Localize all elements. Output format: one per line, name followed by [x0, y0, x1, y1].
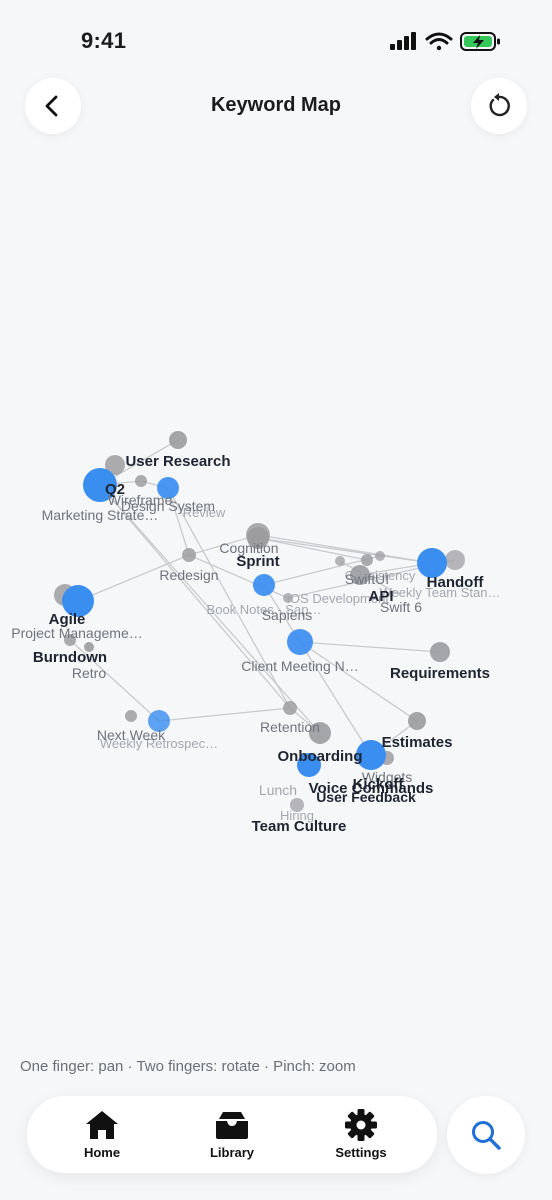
keyword-node-swiftui[interactable] [361, 554, 373, 566]
keyword-graph[interactable]: ReviewConsistencyWeekly Team Stan…iOS De… [0, 0, 552, 1200]
keyword-label-onboarding: Onboarding [278, 748, 363, 765]
keyword-label-marketing-strategy: Marketing Strate… [42, 507, 159, 523]
tab-home[interactable]: Home [57, 1108, 147, 1164]
keyword-label-swiftui: SwiftUI [345, 571, 389, 587]
magnifying-glass-icon [472, 1121, 501, 1150]
keyword-label-lunch: Lunch [259, 782, 297, 798]
graph-labels: ReviewConsistencyWeekly Team Stan…iOS De… [11, 453, 500, 835]
keyword-label-api: API [368, 588, 393, 605]
keyword-label-team-culture: Team Culture [252, 818, 347, 835]
keyword-node-wireframe[interactable] [135, 475, 147, 487]
tab-library-label: Library [209, 1145, 255, 1160]
tab-bar: Home Library Settings [27, 1096, 437, 1173]
house-icon [86, 1111, 118, 1139]
keyword-label-requirements: Requirements [390, 665, 490, 682]
keyword-node-retention[interactable] [283, 701, 297, 715]
keyword-label-handoff: Handoff [427, 574, 485, 591]
keyword-label-q2: Q2 [105, 481, 125, 498]
keyword-label-user-feedback: User Feedback [316, 789, 416, 805]
keyword-node-requirements[interactable] [430, 642, 450, 662]
tab-settings-label: Settings [335, 1145, 387, 1160]
keyword-node-estimates[interactable] [408, 712, 426, 730]
keyword-label-sprint: Sprint [236, 553, 279, 570]
tab-home-label: Home [83, 1145, 121, 1160]
graph-edge [299, 641, 441, 653]
keyword-node-redesign[interactable] [182, 548, 196, 562]
keyword-label-next-week: Next Week [97, 727, 166, 743]
keyword-label-burndown: Burndown [33, 649, 107, 666]
keyword-label-client-meeting-notes: Client Meeting N… [241, 658, 359, 674]
keyword-node-sapiens[interactable] [253, 574, 275, 596]
keyword-label-estimates: Estimates [382, 734, 453, 751]
keyword-node-weekly-team-standup[interactable] [445, 550, 465, 570]
tab-library[interactable]: Library [187, 1108, 277, 1164]
tray-icon [216, 1112, 248, 1139]
keyword-label-user-research: User Research [125, 453, 230, 470]
keyword-label-retention: Retention [260, 719, 320, 735]
tab-settings[interactable]: Settings [316, 1108, 406, 1164]
keyword-node-user-research[interactable] [169, 431, 187, 449]
keyword-label-retro: Retro [72, 665, 106, 681]
keyword-node-client-meeting-notes[interactable] [287, 629, 313, 655]
search-button[interactable] [447, 1096, 525, 1174]
keyword-node-next-week[interactable] [125, 710, 137, 722]
keyword-label-agile: Agile [49, 611, 86, 628]
keyword-label-sapiens: Sapiens [262, 607, 313, 623]
graph-edge [257, 537, 433, 564]
keyword-node-consistency[interactable] [375, 551, 385, 561]
keyword-label-redesign: Redesign [159, 567, 218, 583]
gesture-hint: One finger: pan · Two fingers: rotate · … [20, 1058, 356, 1075]
keyword-node-ios-development[interactable] [335, 556, 345, 566]
gear-icon [345, 1109, 377, 1141]
